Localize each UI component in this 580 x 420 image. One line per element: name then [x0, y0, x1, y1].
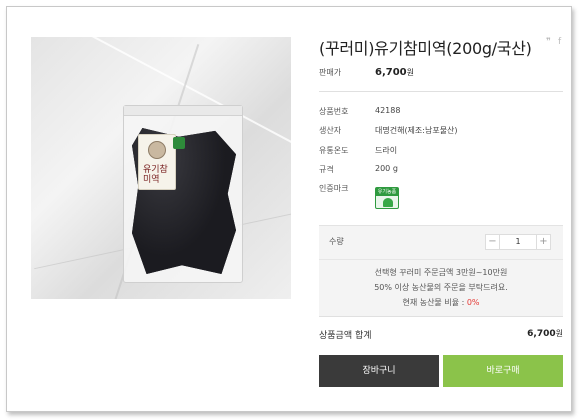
buy-now-button[interactable]: 바로구매	[443, 355, 563, 387]
order-notice: 선택형 꾸러미 주문금액 3만원~10만원 50% 이상 농산물의 주문을 부탁…	[319, 259, 563, 317]
total-value: 6,700원	[527, 329, 563, 339]
organic-badge-icon	[173, 137, 185, 149]
spec-value: 42188	[375, 106, 401, 115]
spec-key: 생산자	[319, 126, 342, 135]
notice-line-2: 50% 이상 농산물의 주문을 부탁드려요.	[374, 283, 508, 292]
divider	[319, 91, 563, 92]
quantity-section: 수량 − 1 +	[319, 225, 563, 259]
spec-value: 대명건해(제조:남포물산)	[375, 126, 458, 135]
quantity-stepper[interactable]: − 1 +	[485, 234, 551, 250]
twitter-icon[interactable]: ❞	[546, 37, 551, 47]
product-detail-frame: 유기참미역 (꾸러미)유기참미역(200g/국산) ❞ f 판매가 6,700원…	[6, 6, 572, 412]
package-seal	[124, 106, 242, 116]
package-label: 유기참미역	[138, 134, 185, 190]
spec-value: 드라이	[375, 146, 398, 155]
notice-line-3: 현재 농산물 비율 : 0%	[402, 298, 480, 307]
leaf-icon	[383, 198, 393, 207]
package-label-text: 유기참미역	[143, 165, 168, 185]
spec-key: 유통온도	[319, 146, 349, 155]
add-to-cart-button[interactable]: 장바구니	[319, 355, 439, 387]
product-image: 유기참미역	[31, 37, 291, 299]
plus-button[interactable]: +	[536, 235, 550, 249]
organic-certification-icon: 유기농품	[375, 187, 399, 209]
total-label: 상품금액 합계	[319, 331, 372, 341]
cert-badge-text: 유기농품	[376, 188, 398, 196]
notice-line-1: 선택형 꾸러미 주문금액 3만원~10만원	[374, 268, 508, 277]
seaweed-package: 유기참미역	[123, 105, 243, 283]
minus-button[interactable]: −	[486, 235, 500, 249]
ratio-value: 0%	[466, 298, 480, 307]
quantity-label: 수량	[329, 237, 344, 246]
quantity-input[interactable]: 1	[500, 235, 536, 249]
facebook-icon[interactable]: f	[558, 37, 561, 47]
producer-face-icon	[148, 141, 166, 159]
price-value: 6,700원	[375, 67, 415, 78]
spec-key: 인증마크	[319, 184, 349, 193]
spec-key: 규격	[319, 165, 334, 174]
spec-value: 200 g	[375, 164, 398, 173]
spec-key: 상품번호	[319, 107, 349, 116]
price-label: 판매가	[319, 68, 342, 77]
product-title: (꾸러미)유기참미역(200g/국산)	[319, 39, 532, 58]
